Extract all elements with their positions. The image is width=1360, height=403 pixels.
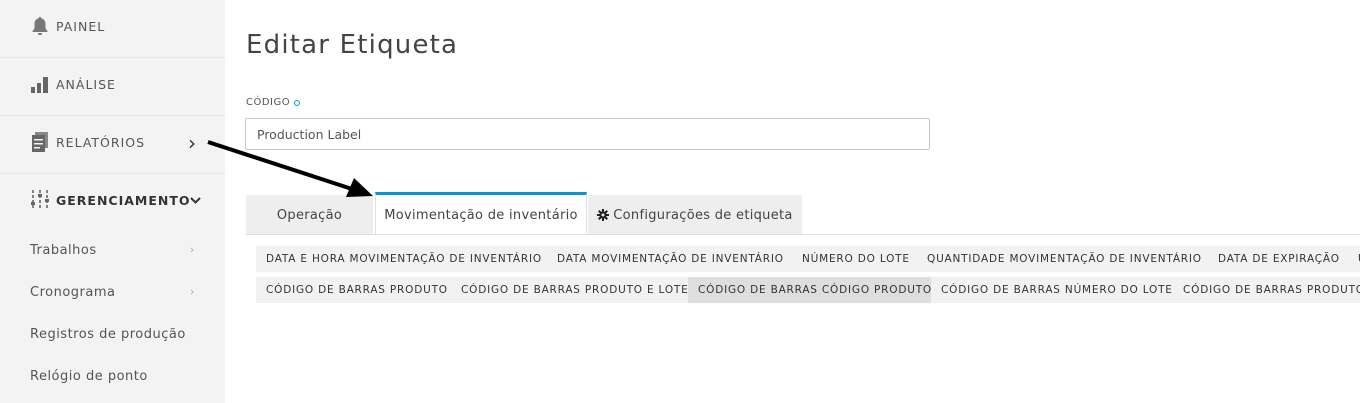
- annotation-arrow-icon: [207, 140, 373, 197]
